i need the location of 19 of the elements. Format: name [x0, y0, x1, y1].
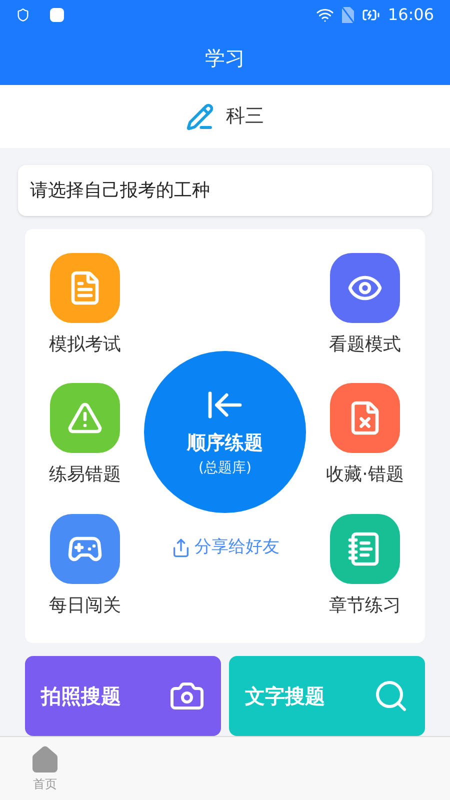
mode-button[interactable]: 模拟考试 — [30, 252, 140, 358]
share-icon — [170, 538, 190, 558]
shield-icon — [16, 8, 30, 22]
mode-button[interactable]: 每日闯关 — [30, 514, 140, 619]
mode-button[interactable]: 看题模式 — [310, 252, 420, 358]
page-title: 学习 — [205, 44, 245, 72]
sequential-practice-button[interactable]: 顺序练题 (总题库) — [144, 351, 306, 514]
pencil-icon — [186, 102, 214, 130]
home-icon — [30, 744, 60, 774]
subject-selector[interactable]: 科三 — [0, 85, 450, 148]
mode-button[interactable]: 章节练习 — [310, 514, 420, 619]
status-time: 16:06 — [388, 4, 434, 26]
no-sim-icon — [342, 7, 354, 23]
search-card[interactable]: 拍照搜题 — [25, 656, 221, 736]
mode-button[interactable]: 练易错题 — [30, 383, 140, 488]
search-icon — [373, 678, 409, 714]
mode-button[interactable]: 收藏·错题 — [310, 383, 420, 488]
job-select-field[interactable]: 请选择自己报考的工种 — [18, 165, 432, 216]
wifi-icon — [316, 6, 334, 24]
